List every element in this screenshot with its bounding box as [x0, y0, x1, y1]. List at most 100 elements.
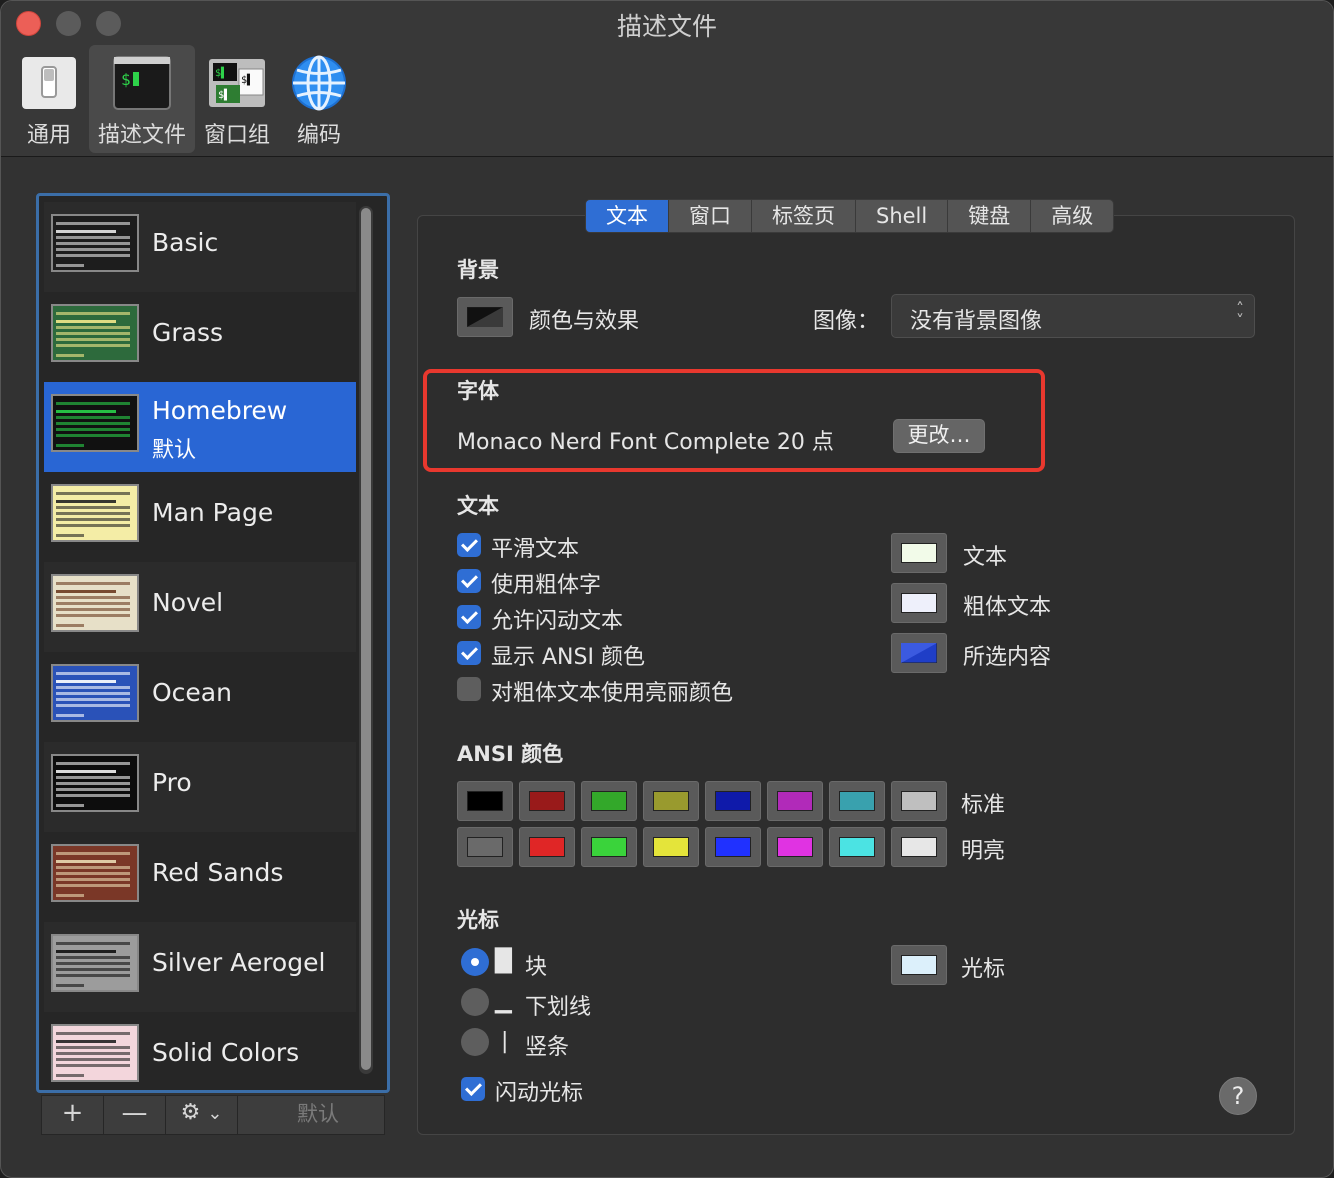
thumbnail-text-line [56, 672, 130, 675]
profile-actions-button[interactable]: ⚙ ⌄ [166, 1096, 238, 1134]
cursor-color-well[interactable] [891, 945, 947, 985]
blink-cursor-checkbox[interactable] [461, 1077, 485, 1101]
background-image-select[interactable]: 没有背景图像 ˄ ˅ [891, 294, 1255, 338]
profile-row[interactable]: Basic [44, 202, 356, 292]
ansi-bright-color-well[interactable] [457, 827, 513, 867]
profile-name: Homebrew [152, 396, 288, 425]
thumbnail-text-line [56, 312, 130, 315]
ansi-bright-color-well[interactable] [829, 827, 885, 867]
selection-color-label: 所选内容 [963, 645, 1052, 670]
bright-bold-label: 对粗体文本使用亮丽颜色 [491, 681, 734, 706]
change-font-button[interactable]: 更改… [893, 419, 985, 453]
profile-row[interactable]: Man Page [44, 472, 356, 562]
selection-color-well[interactable] [891, 633, 947, 673]
ansi-normal-color-well[interactable] [581, 781, 637, 821]
ansi-bright-color-well[interactable] [519, 827, 575, 867]
thumbnail-text-line [56, 410, 116, 413]
background-color-well[interactable] [457, 297, 513, 337]
tab-advanced[interactable]: 高级 [1031, 200, 1113, 232]
thumbnail-text-line [56, 686, 130, 689]
thumbnail-text-line [56, 254, 130, 257]
text-color-well[interactable] [891, 533, 947, 573]
ansi-color-swatch [591, 837, 627, 857]
bright-bold-checkbox[interactable] [457, 677, 481, 701]
tab-tab[interactable]: 标签页 [752, 200, 856, 232]
thumbnail-text-line [56, 512, 130, 515]
bold-fonts-checkbox[interactable] [457, 569, 481, 593]
thumbnail-text-line [56, 884, 130, 887]
ansi-bright-color-well[interactable] [767, 827, 823, 867]
thumbnail-text-line [56, 942, 130, 945]
ansi-normal-color-well[interactable] [457, 781, 513, 821]
toolbar-profiles[interactable]: $ 描述文件 [89, 45, 195, 153]
cursor-color-label: 光标 [961, 957, 1006, 982]
add-profile-button[interactable]: + [42, 1096, 104, 1134]
remove-profile-button[interactable]: — [104, 1096, 166, 1134]
thumbnail-text-line [56, 770, 116, 773]
profiles-list[interactable]: Basic Grass Homebrew 默认 Man Page Novel Ocean Pr… [36, 193, 390, 1093]
blink-cursor-label: 闪动光标 [495, 1081, 584, 1106]
smooth-text-checkbox[interactable] [457, 533, 481, 557]
cursor-section-title: 光标 [457, 908, 499, 932]
ansi-color-swatch [529, 837, 565, 857]
text-section-title: 文本 [457, 494, 499, 518]
bold-text-color-well[interactable] [891, 583, 947, 623]
profile-thumbnail [51, 1024, 139, 1082]
profile-default-badge: 默认 [152, 438, 197, 463]
ansi-color-swatch [529, 791, 565, 811]
profile-thumbnail [51, 754, 139, 812]
ansi-normal-color-well[interactable] [643, 781, 699, 821]
ansi-normal-color-well[interactable] [705, 781, 761, 821]
tab-text[interactable]: 文本 [586, 200, 669, 232]
thumbnail-text-line [56, 962, 130, 965]
cursor-vbar-label: 竖条 [525, 1035, 570, 1060]
toolbar-general[interactable]: 通用 [15, 45, 83, 153]
toolbar-encodings[interactable]: 编码 [285, 45, 353, 153]
ansi-bright-color-well[interactable] [891, 827, 947, 867]
profile-row[interactable]: Red Sands [44, 832, 356, 922]
tab-keyboard[interactable]: 键盘 [948, 200, 1032, 232]
thumbnail-text-line [56, 236, 130, 239]
thumbnail-text-line [56, 608, 130, 611]
toolbar-window-groups[interactable]: $▌ $▌ $▌ 窗口组 [199, 45, 275, 153]
bold-text-color-label: 粗体文本 [963, 595, 1052, 620]
profiles-scrollbar[interactable] [359, 206, 373, 1074]
ansi-bright-color-well[interactable] [643, 827, 699, 867]
thumbnail-text-line [56, 242, 130, 245]
thumbnail-text-line [56, 852, 130, 855]
tab-shell[interactable]: Shell [856, 200, 949, 232]
profile-row[interactable]: Silver Aerogel [44, 922, 356, 1012]
ansi-color-swatch [591, 791, 627, 811]
svg-text:$: $ [121, 70, 131, 89]
smooth-text-label: 平滑文本 [491, 537, 580, 562]
cursor-underline-radio[interactable] [461, 988, 489, 1016]
profiles-scroll-thumb[interactable] [361, 208, 371, 1070]
ansi-bright-color-well[interactable] [581, 827, 637, 867]
cursor-block-radio[interactable] [461, 948, 489, 976]
ansi-colors-checkbox[interactable] [457, 641, 481, 665]
ansi-normal-color-well[interactable] [767, 781, 823, 821]
profile-row[interactable]: Homebrew 默认 [44, 382, 356, 472]
ansi-normal-color-well[interactable] [891, 781, 947, 821]
profile-row[interactable]: Grass [44, 292, 356, 382]
selection-swatch-icon [901, 643, 937, 663]
thumbnail-text-line [56, 1032, 130, 1035]
profile-row[interactable]: Solid Colors [44, 1012, 356, 1090]
blinking-text-checkbox[interactable] [457, 605, 481, 629]
bold-text-color-swatch [901, 593, 937, 613]
ansi-bright-color-well[interactable] [705, 827, 761, 867]
cursor-vbar-radio[interactable] [461, 1028, 489, 1056]
ansi-normal-color-well[interactable] [519, 781, 575, 821]
thumbnail-text-line [56, 714, 84, 717]
thumbnail-text-line [56, 422, 130, 425]
ansi-color-swatch [777, 837, 813, 857]
profile-row[interactable]: Pro [44, 742, 356, 832]
profile-row[interactable]: Novel [44, 562, 356, 652]
profile-thumbnail [51, 214, 139, 272]
profile-thumbnail [51, 664, 139, 722]
profile-name: Silver Aerogel [152, 948, 326, 977]
help-button[interactable]: ? [1219, 1077, 1257, 1115]
profile-row[interactable]: Ocean [44, 652, 356, 742]
tab-window[interactable]: 窗口 [669, 200, 752, 232]
ansi-normal-color-well[interactable] [829, 781, 885, 821]
